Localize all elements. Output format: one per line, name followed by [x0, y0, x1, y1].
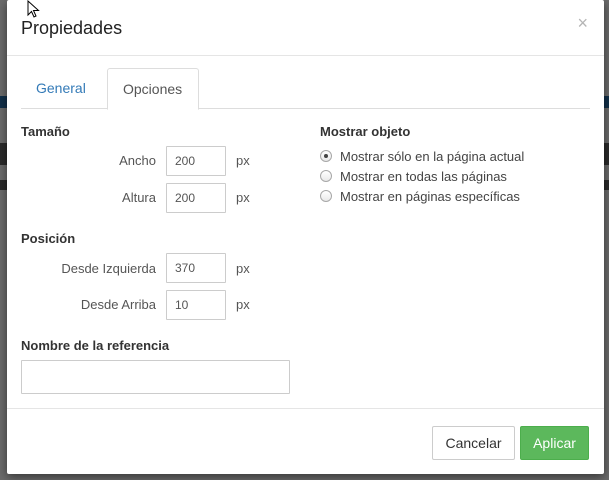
close-icon[interactable]: ×	[577, 14, 588, 32]
width-label: Ancho	[119, 153, 156, 168]
reference-heading: Nombre de la referencia	[21, 338, 170, 353]
top-unit: px	[236, 297, 250, 312]
mouse-pointer-icon	[27, 0, 40, 18]
tab-general[interactable]: General	[21, 68, 101, 109]
height-label: Altura	[122, 190, 156, 205]
left-input[interactable]	[166, 253, 226, 283]
radio-button[interactable]	[320, 150, 332, 162]
tab-bar: General Opciones	[21, 68, 590, 110]
apply-button[interactable]: Aplicar	[520, 426, 589, 460]
dialog-footer: Cancelar Aplicar	[7, 408, 604, 474]
radio-label: Mostrar sólo en la página actual	[340, 148, 525, 164]
left-label: Desde Izquierda	[61, 261, 156, 276]
properties-dialog: Propiedades × General Opciones Tamaño An…	[7, 0, 604, 474]
tab-options[interactable]: Opciones	[107, 68, 199, 110]
radio-specific-pages[interactable]: Mostrar en páginas específicas	[320, 187, 520, 205]
width-unit: px	[236, 153, 250, 168]
radio-all-pages[interactable]: Mostrar en todas las páginas	[320, 167, 507, 185]
show-object-heading: Mostrar objeto	[320, 124, 411, 139]
height-unit: px	[236, 190, 250, 205]
top-input[interactable]	[166, 290, 226, 320]
radio-button[interactable]	[320, 170, 332, 182]
top-label: Desde Arriba	[80, 297, 156, 312]
dialog-header: Propiedades ×	[7, 0, 604, 56]
radio-current-page[interactable]: Mostrar sólo en la página actual	[320, 147, 524, 165]
size-heading: Tamaño	[21, 124, 70, 139]
width-input[interactable]	[166, 146, 226, 176]
radio-button[interactable]	[320, 190, 332, 202]
radio-label: Mostrar en páginas específicas	[340, 188, 520, 204]
dialog-title: Propiedades	[21, 18, 123, 38]
position-heading: Posición	[21, 231, 76, 246]
radio-label: Mostrar en todas las páginas	[340, 168, 507, 184]
height-input[interactable]	[166, 183, 226, 213]
reference-name-input[interactable]	[21, 360, 290, 394]
left-unit: px	[236, 261, 250, 276]
cancel-button[interactable]: Cancelar	[432, 426, 515, 460]
